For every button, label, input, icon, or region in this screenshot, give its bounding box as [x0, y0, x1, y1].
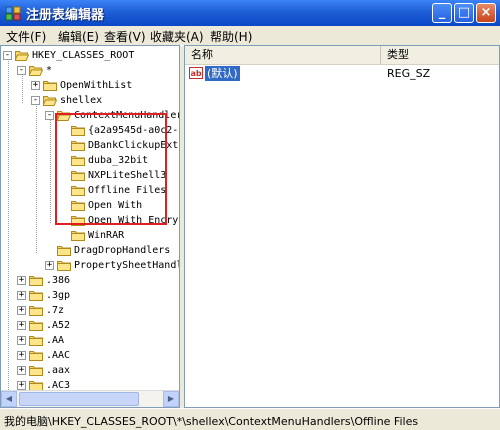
folder-icon: [29, 290, 43, 301]
value-type: REG_SZ: [387, 67, 431, 80]
minimize-button[interactable]: _: [432, 3, 452, 23]
tree-item[interactable]: + OpenWithList: [1, 78, 179, 93]
scroll-thumb[interactable]: [19, 392, 139, 406]
menu-file[interactable]: 文件(F): [6, 28, 46, 45]
tree-item[interactable]: + PropertySheetHandl: [1, 258, 180, 273]
collapse-icon[interactable]: -: [3, 51, 12, 60]
tree-item-label: OpenWithList: [60, 80, 133, 91]
list-header: 名称 类型: [185, 46, 499, 65]
status-bar: 我的电脑\HKEY_CLASSES_ROOT\*\shellex\Context…: [0, 408, 500, 430]
tree-item[interactable]: - *: [1, 63, 179, 78]
tree-item-label: *: [46, 65, 53, 76]
tree-item[interactable]: + .AAC: [1, 348, 179, 363]
folder-icon: [29, 320, 43, 331]
tree-item-label: WinRAR: [88, 230, 125, 241]
tree-item-label: HKEY_CLASSES_ROOT: [32, 50, 135, 61]
menu-bar: 文件(F) 编辑(E) 查看(V) 收藏夹(A) 帮助(H): [0, 26, 500, 46]
folder-icon: [29, 305, 43, 316]
tree-item-label: .A52: [46, 320, 71, 331]
list-item[interactable]: ab (默认) REG_SZ: [185, 66, 499, 82]
tree-item-label: PropertySheetHandl: [74, 260, 180, 271]
folder-icon: [43, 80, 57, 91]
tree-item-label: DragDropHandlers: [74, 245, 171, 256]
status-path: 我的电脑\HKEY_CLASSES_ROOT\*\shellex\Context…: [4, 415, 419, 428]
tree-item-label: .AAC: [46, 350, 71, 361]
menu-edit[interactable]: 编辑(E): [58, 28, 99, 45]
tree-item-label: .AA: [46, 335, 65, 346]
tree-item[interactable]: + .386: [1, 273, 179, 288]
folder-icon: [57, 260, 71, 271]
tree-item[interactable]: - HKEY_CLASSES_ROOT: [1, 48, 179, 63]
menu-view[interactable]: 查看(V): [104, 28, 146, 45]
close-button[interactable]: ×: [476, 3, 496, 23]
regedit-icon: [5, 6, 21, 21]
value-name: (默认): [205, 66, 240, 81]
collapse-icon[interactable]: -: [17, 66, 26, 75]
tree-horizontal-scrollbar[interactable]: ◀ ▶: [1, 390, 179, 407]
expand-icon[interactable]: +: [17, 321, 26, 330]
red-highlight-box: [55, 113, 167, 225]
open-folder-icon: [14, 50, 30, 61]
tree-item[interactable]: WinRAR: [1, 228, 179, 243]
expand-icon[interactable]: +: [17, 351, 26, 360]
expand-icon[interactable]: +: [17, 381, 26, 390]
open-folder-icon: [28, 65, 44, 76]
scroll-right-arrow[interactable]: ▶: [163, 391, 179, 407]
values-pane[interactable]: 名称 类型 ab (默认) REG_SZ: [184, 45, 500, 408]
tree-item-label: .3gp: [46, 290, 71, 301]
tree-item[interactable]: + .3gp: [1, 288, 179, 303]
expand-icon[interactable]: +: [17, 291, 26, 300]
menu-favorites[interactable]: 收藏夹(A): [150, 28, 204, 45]
column-header-type[interactable]: 类型: [381, 46, 499, 64]
folder-icon: [29, 365, 43, 376]
expand-icon[interactable]: +: [17, 306, 26, 315]
collapse-icon[interactable]: -: [45, 111, 54, 120]
collapse-icon[interactable]: -: [31, 96, 40, 105]
column-header-name[interactable]: 名称: [185, 46, 381, 64]
folder-icon: [71, 230, 85, 241]
open-folder-icon: [42, 95, 58, 106]
tree-item[interactable]: + .aax: [1, 363, 179, 378]
expand-icon[interactable]: +: [17, 366, 26, 375]
tree-item-label: shellex: [60, 95, 103, 106]
maximize-button[interactable]: □: [454, 3, 474, 23]
window-title: 注册表编辑器: [26, 8, 105, 23]
folder-icon: [29, 275, 43, 286]
tree-item[interactable]: DragDropHandlers: [1, 243, 179, 258]
tree-item[interactable]: + .AA: [1, 333, 179, 348]
registry-editor-window: 注册表编辑器 _ □ × 文件(F) 编辑(E) 查看(V) 收藏夹(A) 帮助…: [0, 0, 500, 430]
expand-icon[interactable]: +: [31, 81, 40, 90]
folder-icon: [29, 335, 43, 346]
expand-icon[interactable]: +: [17, 276, 26, 285]
tree-item[interactable]: - shellex: [1, 93, 179, 108]
string-value-icon: ab: [189, 67, 203, 79]
expand-icon[interactable]: +: [17, 336, 26, 345]
expand-icon[interactable]: +: [45, 261, 54, 270]
folder-icon: [57, 245, 71, 256]
menu-help[interactable]: 帮助(H): [210, 28, 252, 45]
registry-tree[interactable]: - HKEY_CLASSES_ROOT - * + OpenWithList - shelle…: [0, 45, 180, 408]
tree-item[interactable]: + .7z: [1, 303, 179, 318]
tree-item[interactable]: + .A52: [1, 318, 179, 333]
folder-icon: [29, 350, 43, 361]
tree-item-label: .7z: [46, 305, 65, 316]
scroll-left-arrow[interactable]: ◀: [1, 391, 17, 407]
tree-item-label: .aax: [46, 365, 71, 376]
tree-item-label: .386: [46, 275, 71, 286]
title-bar[interactable]: 注册表编辑器 _ □ ×: [0, 0, 500, 26]
